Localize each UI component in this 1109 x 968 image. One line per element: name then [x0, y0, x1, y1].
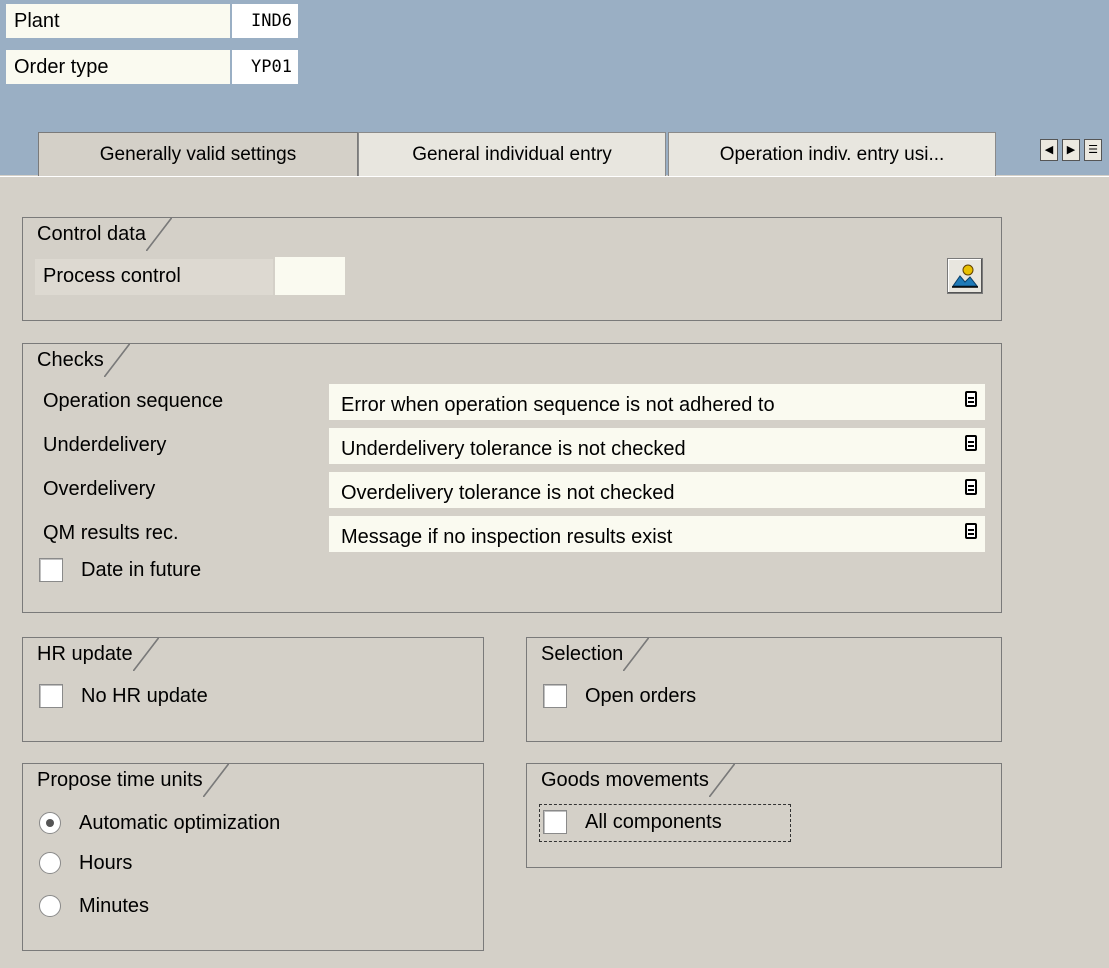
plant-value: IND6 [232, 4, 298, 38]
radio-hours[interactable] [39, 852, 61, 874]
dropdown-list-icon[interactable] [965, 523, 977, 539]
plant-label: Plant [6, 4, 230, 38]
checks-group: Checks Operation sequence Error when ope… [22, 343, 1002, 613]
date-in-future-checkbox[interactable] [39, 558, 63, 582]
hr-update-title: HR update [22, 637, 159, 671]
underdelivery-select[interactable]: Underdelivery tolerance is not checked [329, 428, 985, 464]
qm-results-rec-value: Message if no inspection results exist [341, 526, 673, 548]
operation-sequence-label: Operation sequence [43, 390, 224, 412]
underdelivery-value: Underdelivery tolerance is not checked [341, 438, 686, 460]
process-control-label: Process control [35, 259, 273, 295]
dropdown-list-icon[interactable] [965, 435, 977, 451]
all-components-checkbox[interactable] [543, 810, 567, 834]
open-orders-label: Open orders [585, 685, 697, 707]
tab-operation-indiv-entry[interactable]: Operation indiv. entry usi... [668, 132, 996, 176]
qm-results-rec-label: QM results rec. [43, 522, 179, 544]
overdelivery-label: Overdelivery [43, 478, 156, 500]
checks-title: Checks [22, 343, 130, 377]
person-landscape-icon[interactable] [947, 258, 983, 294]
control-data-group: Control data Process control [22, 217, 1002, 321]
operation-sequence-value: Error when operation sequence is not adh… [341, 394, 775, 416]
tab-generally-valid-settings[interactable]: Generally valid settings [38, 132, 358, 178]
hours-label: Hours [79, 852, 133, 874]
propose-time-units-group: Propose time units Automatic optimizatio… [22, 763, 484, 951]
process-control-field[interactable] [275, 257, 345, 295]
underdelivery-label: Underdelivery [43, 434, 167, 456]
order-type-label: Order type [6, 50, 230, 84]
no-hr-update-checkbox[interactable] [39, 684, 63, 708]
goods-movements-group: Goods movements All components [526, 763, 1002, 868]
tab-list-icon[interactable]: ☰ [1084, 139, 1102, 161]
arrow-right-icon[interactable]: ▶ [1062, 139, 1080, 161]
goods-movements-title: Goods movements [526, 763, 735, 797]
open-orders-checkbox[interactable] [543, 684, 567, 708]
overdelivery-value: Overdelivery tolerance is not checked [341, 482, 675, 504]
selection-title: Selection [526, 637, 650, 671]
minutes-label: Minutes [79, 895, 150, 917]
radio-minutes[interactable] [39, 895, 61, 917]
tab-general-individual-entry[interactable]: General individual entry [358, 132, 666, 176]
dropdown-list-icon[interactable] [965, 479, 977, 495]
all-components-label: All components [585, 811, 722, 833]
date-in-future-label: Date in future [81, 559, 202, 581]
control-data-title: Control data [22, 217, 172, 251]
qm-results-rec-select[interactable]: Message if no inspection results exist [329, 516, 985, 552]
arrow-left-icon[interactable]: ◀ [1040, 139, 1058, 161]
header-area: Plant IND6 Order type YP01 Generally val… [0, 0, 1109, 178]
no-hr-update-label: No HR update [81, 685, 208, 707]
operation-sequence-select[interactable]: Error when operation sequence is not adh… [329, 384, 985, 420]
automatic-optimization-label: Automatic optimization [79, 812, 281, 834]
order-type-value: YP01 [232, 50, 298, 84]
selection-group: Selection Open orders [526, 637, 1002, 742]
propose-time-units-title: Propose time units [22, 763, 229, 797]
overdelivery-select[interactable]: Overdelivery tolerance is not checked [329, 472, 985, 508]
dropdown-list-icon[interactable] [965, 391, 977, 407]
hr-update-group: HR update No HR update [22, 637, 484, 742]
radio-automatic-optimization[interactable] [39, 812, 61, 834]
